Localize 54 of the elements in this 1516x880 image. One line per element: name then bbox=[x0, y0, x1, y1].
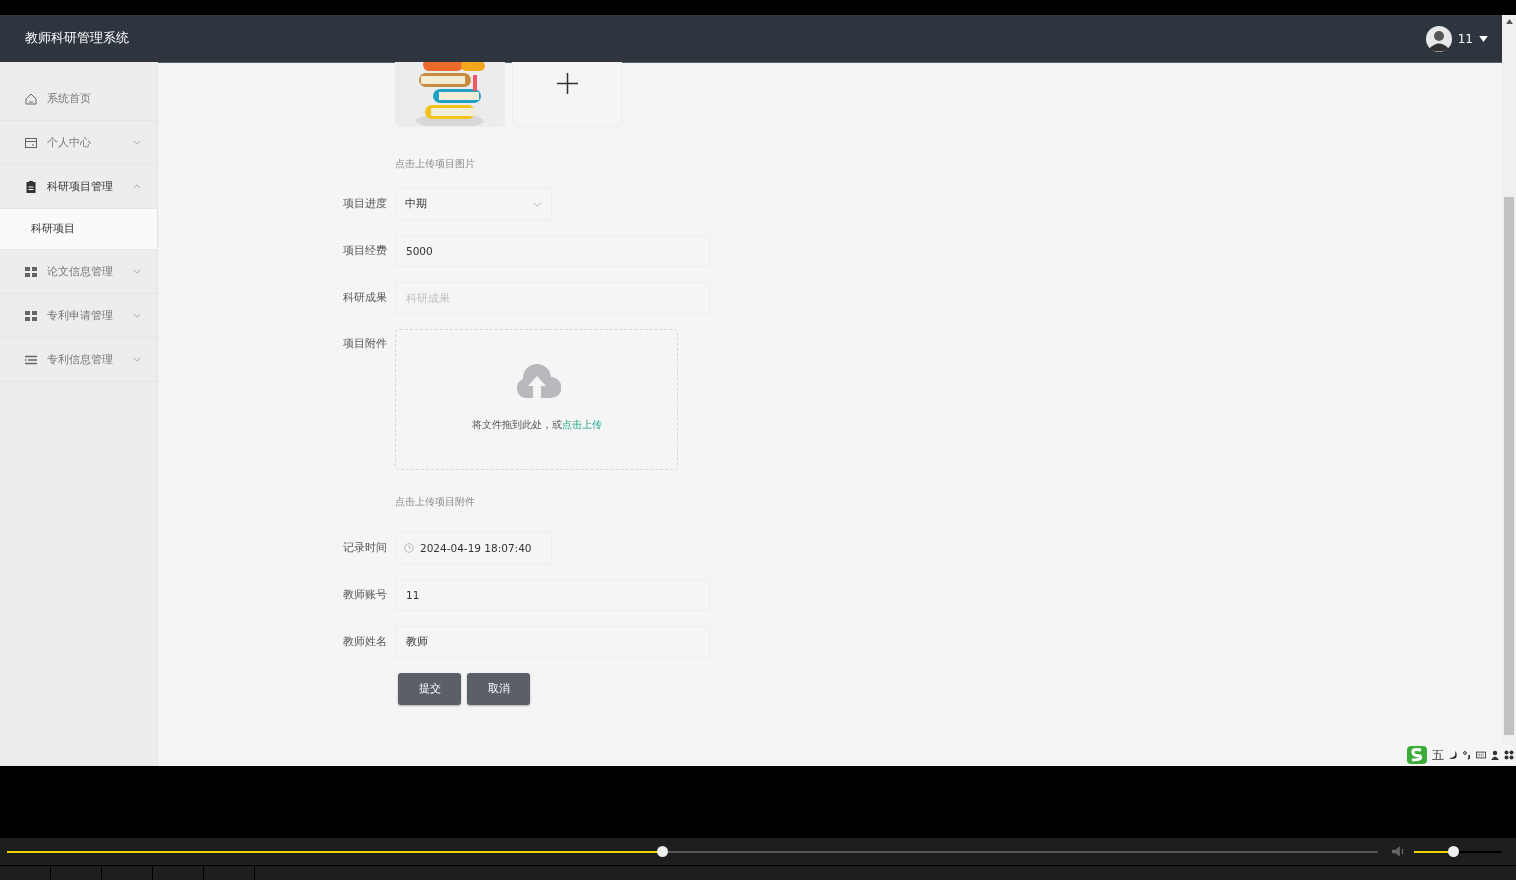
progress-handle[interactable] bbox=[657, 845, 669, 857]
clock-icon bbox=[404, 543, 414, 553]
submenu-item[interactable]: 科研项目 bbox=[0, 209, 157, 250]
submit-button[interactable]: 提交 bbox=[398, 673, 461, 705]
home-icon bbox=[24, 91, 38, 106]
user-name[interactable]: 11 bbox=[1457, 31, 1473, 46]
ime-mode[interactable]: 五 bbox=[1432, 746, 1444, 764]
dropzone-text: 将文件拖到此处，或点击上传 bbox=[471, 418, 602, 432]
cancel-button[interactable]: 取消 bbox=[467, 673, 530, 705]
field-label: 教师姓名 bbox=[343, 635, 387, 649]
keyboard-icon[interactable] bbox=[1476, 750, 1486, 760]
app-title: 教师科研管理系统 bbox=[25, 30, 129, 47]
upload-hint: 点击上传项目图片 bbox=[395, 157, 476, 170]
field-label: 科研成果 bbox=[343, 291, 387, 305]
chevron-down-icon bbox=[133, 140, 141, 145]
caret-icon[interactable] bbox=[1479, 35, 1488, 42]
scrollbar[interactable] bbox=[1502, 15, 1516, 766]
card-icon bbox=[24, 135, 38, 150]
scroll-up-icon[interactable] bbox=[1505, 19, 1513, 24]
input-field[interactable]: 5000 bbox=[395, 235, 710, 267]
field-label: 教师账号 bbox=[343, 588, 387, 602]
ime-logo-icon[interactable] bbox=[1406, 745, 1428, 765]
chevron-down-icon bbox=[133, 357, 141, 362]
chevron-down-icon bbox=[533, 201, 542, 207]
grid-icon bbox=[24, 264, 38, 279]
input-field[interactable]: 11 bbox=[395, 579, 710, 611]
menu-item[interactable]: 个人中心 bbox=[0, 121, 157, 165]
menu-item[interactable]: 系统首页 bbox=[0, 77, 157, 121]
chevron-up-icon bbox=[133, 184, 141, 189]
menu-item[interactable]: 专利申请管理 bbox=[0, 294, 157, 338]
volume-handle[interactable] bbox=[1447, 845, 1459, 857]
datetime-field[interactable]: 2024-04-19 18:07:40 bbox=[395, 532, 552, 564]
field-label: 项目进度 bbox=[343, 197, 387, 211]
punctuation-icon[interactable] bbox=[1462, 750, 1472, 760]
select-field[interactable]: 中期 bbox=[395, 188, 552, 220]
menu-item[interactable]: 论文信息管理 bbox=[0, 250, 157, 294]
scrollbar-thumb[interactable] bbox=[1504, 197, 1514, 735]
avatar-icon[interactable] bbox=[1425, 25, 1452, 52]
grid-icon bbox=[24, 308, 38, 323]
grid-icon[interactable] bbox=[1504, 750, 1514, 760]
field-label: 记录时间 bbox=[343, 541, 387, 555]
moon-icon[interactable] bbox=[1448, 750, 1458, 760]
person-icon[interactable] bbox=[1490, 750, 1500, 760]
upload-hint: 点击上传项目附件 bbox=[395, 495, 476, 508]
menu-item[interactable]: 专利信息管理 bbox=[0, 338, 157, 382]
plus-icon bbox=[556, 73, 578, 94]
chevron-down-icon bbox=[133, 313, 141, 318]
field-label: 项目经费 bbox=[343, 244, 387, 258]
speaker-icon[interactable] bbox=[1392, 846, 1406, 857]
input-field[interactable]: 教师 bbox=[395, 626, 710, 658]
clipboard-icon bbox=[24, 179, 38, 194]
chevron-down-icon bbox=[133, 269, 141, 274]
upload-dropzone[interactable]: 将文件拖到此处，或点击上传 bbox=[395, 329, 678, 470]
field-label: 项目附件 bbox=[343, 337, 387, 351]
